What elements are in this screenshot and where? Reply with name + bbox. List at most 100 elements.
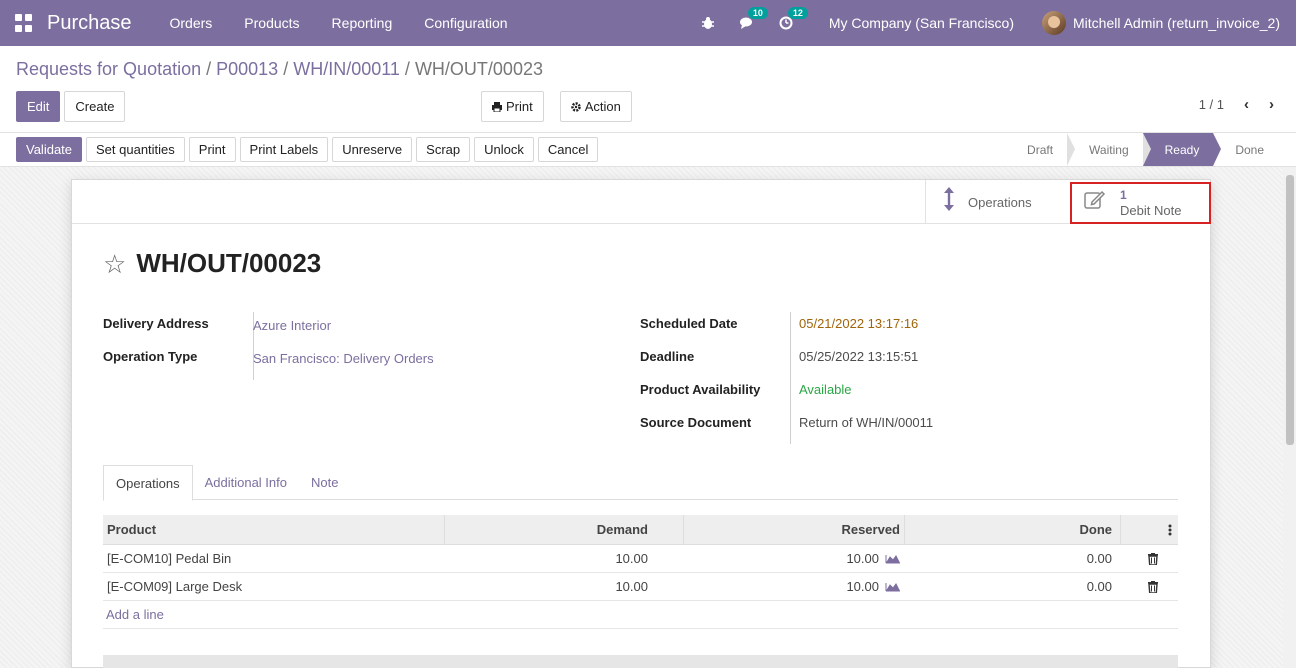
operations-smart-button[interactable]: Operations xyxy=(925,180,1070,224)
row-demand: 10.00 xyxy=(615,551,648,566)
gear-icon xyxy=(570,101,581,112)
col-demand[interactable]: Demand xyxy=(445,515,666,544)
tab-additional-info[interactable]: Additional Info xyxy=(193,465,299,500)
unlock-button[interactable]: Unlock xyxy=(474,137,534,162)
action-dropdown-button[interactable]: Action xyxy=(559,91,632,122)
row-demand: 10.00 xyxy=(615,579,648,594)
form-buttons: Edit Create xyxy=(16,91,126,122)
source-document-label: Source Document xyxy=(640,415,752,430)
pager-previous-icon[interactable]: ‹ xyxy=(1244,96,1249,113)
add-line-row: Add a line xyxy=(103,601,1178,629)
col-gap xyxy=(666,573,684,600)
forecast-chart-icon[interactable] xyxy=(885,582,901,592)
col-done[interactable]: Done xyxy=(905,515,1120,544)
field-delivery-address: Delivery Address Azure Interior xyxy=(103,316,331,333)
form-statusbar: Validate Set quantities Print Print Labe… xyxy=(0,132,1296,167)
menu-configuration[interactable]: Configuration xyxy=(408,15,523,31)
activities-badge: 12 xyxy=(787,7,808,19)
pager-next-icon[interactable]: › xyxy=(1269,96,1274,113)
trash-icon[interactable] xyxy=(1148,580,1158,593)
cancel-button[interactable]: Cancel xyxy=(537,137,599,162)
favorite-star-icon[interactable]: ☆ xyxy=(103,251,126,277)
pager: 1 / 1 ‹ › xyxy=(1199,96,1274,113)
menu-orders[interactable]: Orders xyxy=(154,15,229,31)
row-product: [E-COM10] Pedal Bin xyxy=(107,551,232,566)
stage-done: Done xyxy=(1235,142,1264,157)
col-product[interactable]: Product xyxy=(103,515,445,544)
optional-columns-icon[interactable] xyxy=(1120,515,1178,544)
scrap-button[interactable]: Scrap xyxy=(416,137,471,162)
top-navbar: Purchase Orders Products Reporting Confi… xyxy=(0,0,1296,46)
product-availability-label: Product Availability xyxy=(640,382,761,397)
sidebar-buttons: Print Action xyxy=(481,91,632,122)
tab-note[interactable]: Note xyxy=(299,465,350,500)
operations-smart-label: Operations xyxy=(968,194,1032,210)
row-done[interactable]: 0.00 xyxy=(905,545,1120,572)
add-line-link[interactable]: Add a line xyxy=(103,607,164,622)
print-dropdown-button[interactable]: Print xyxy=(481,91,544,122)
stage-waiting: Waiting xyxy=(1067,133,1151,166)
user-menu[interactable]: Mitchell Admin (return_invoice_2) xyxy=(1042,11,1280,35)
printer-icon xyxy=(492,101,502,112)
edit-button[interactable]: Edit xyxy=(16,91,61,122)
arrows-vertical-icon xyxy=(944,187,954,217)
operation-type-value[interactable]: San Francisco: Delivery Orders xyxy=(253,351,434,366)
breadcrumb-current: WH/OUT/00023 xyxy=(414,59,543,79)
delivery-address-label: Delivery Address xyxy=(103,316,209,331)
vertical-scrollbar[interactable] xyxy=(1283,167,1296,668)
activities-clock-icon[interactable]: 12 xyxy=(779,7,808,30)
pager-value[interactable]: 1 / 1 xyxy=(1199,97,1224,112)
validate-button[interactable]: Validate xyxy=(16,137,83,162)
deadline-value: 05/25/2022 13:15:51 xyxy=(799,349,919,364)
navbar-systray: 10 12 My Company (San Francisco) Mitchel… xyxy=(689,0,1296,46)
form-sheet: Operations 1 Debit Note ☆ WH/OUT/00023 D… xyxy=(71,179,1211,668)
breadcrumb-receipt[interactable]: WH/IN/00011 xyxy=(293,59,400,80)
field-scheduled-date: Scheduled Date 05/21/2022 13:17:16 xyxy=(640,316,918,331)
row-actions xyxy=(1120,545,1178,572)
unreserve-button[interactable]: Unreserve xyxy=(332,137,413,162)
operation-type-label: Operation Type xyxy=(103,349,198,364)
apps-menu-icon[interactable] xyxy=(15,14,33,32)
smart-button-box: Operations 1 Debit Note xyxy=(72,180,1211,224)
row-done[interactable]: 0.00 xyxy=(905,573,1120,600)
breadcrumb-rfq[interactable]: Requests for Quotation xyxy=(16,59,201,80)
col-gap xyxy=(666,515,684,544)
user-name: Mitchell Admin (return_invoice_2) xyxy=(1073,15,1280,31)
record-title-row: ☆ WH/OUT/00023 xyxy=(103,248,321,279)
forecast-chart-icon[interactable] xyxy=(885,554,901,564)
deadline-label: Deadline xyxy=(640,349,695,364)
table-row[interactable]: [E-COM09] Large Desk 10.00 10.00 0.00 xyxy=(103,573,1178,601)
trash-icon[interactable] xyxy=(1148,552,1158,565)
row-reserved-cell: 10.00 xyxy=(684,573,905,600)
set-quantities-button[interactable]: Set quantities xyxy=(86,137,185,162)
menu-reporting[interactable]: Reporting xyxy=(316,15,409,31)
messages-icon[interactable]: 10 xyxy=(739,7,768,30)
edit-pencil-icon xyxy=(1084,190,1106,216)
app-brand[interactable]: Purchase xyxy=(47,12,132,35)
menu-products[interactable]: Products xyxy=(228,15,315,31)
avatar xyxy=(1042,11,1067,35)
scheduled-date-label: Scheduled Date xyxy=(640,316,738,331)
scrollbar-thumb[interactable] xyxy=(1286,175,1294,445)
table-row[interactable]: [E-COM10] Pedal Bin 10.00 10.00 0.00 xyxy=(103,545,1178,573)
create-button[interactable]: Create xyxy=(64,91,126,122)
stage-pipeline: Draft Waiting Ready Done xyxy=(1005,133,1278,166)
company-switcher[interactable]: My Company (San Francisco) xyxy=(829,15,1014,31)
row-reserved-cell: 10.00 xyxy=(684,545,905,572)
product-availability-value: Available xyxy=(799,382,852,397)
field-source-document: Source Document Return of WH/IN/00011 xyxy=(640,415,933,430)
col-reserved[interactable]: Reserved xyxy=(684,515,905,544)
action-label: Action xyxy=(584,99,621,114)
delivery-address-value[interactable]: Azure Interior xyxy=(253,318,331,333)
breadcrumb-po[interactable]: P00013 xyxy=(216,59,278,80)
debit-note-smart-button[interactable]: 1 Debit Note xyxy=(1070,182,1211,224)
debug-bug-icon[interactable] xyxy=(701,16,715,30)
breadcrumb-separator: / xyxy=(404,59,410,79)
print-button[interactable]: Print xyxy=(188,137,236,162)
stage-draft: Draft xyxy=(1005,133,1076,166)
row-actions xyxy=(1120,573,1178,600)
tab-operations[interactable]: Operations xyxy=(103,465,193,501)
stage-ready: Ready xyxy=(1142,133,1221,166)
print-labels-button[interactable]: Print Labels xyxy=(239,137,329,162)
statusbar-buttons: Validate Set quantities Print Print Labe… xyxy=(16,137,599,162)
